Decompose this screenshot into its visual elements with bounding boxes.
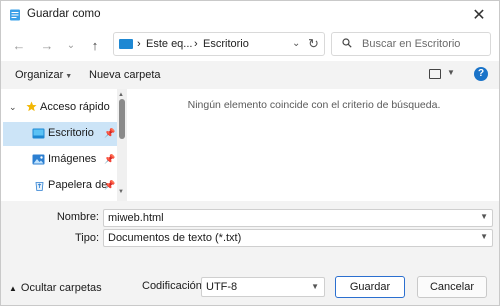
address-bar[interactable]: › Este eq... › Escritorio ⌄ ↻: [113, 32, 325, 56]
organize-label: Organizar: [15, 69, 64, 81]
arrow-right-icon: →: [40, 37, 54, 53]
new-folder-button[interactable]: Nueva carpeta: [89, 69, 161, 81]
star-icon: [26, 101, 37, 112]
scroll-down-icon[interactable]: ▼: [118, 189, 124, 195]
encoding-label: Codificación:: [142, 280, 205, 292]
back-button[interactable]: ←: [9, 36, 29, 54]
window-title: Guardar como: [27, 8, 101, 20]
tree-item-label: Acceso rápido: [40, 101, 110, 113]
search-input[interactable]: Buscar en Escritorio: [362, 38, 460, 50]
view-options-icon[interactable]: [429, 69, 441, 79]
empty-results-message: Ningún elemento coincide con el criterio…: [187, 99, 441, 111]
scrollbar-thumb[interactable]: [119, 99, 125, 139]
encoding-value: UTF-8: [206, 281, 238, 293]
file-form: Nombre: miweb.html ▼ Tipo: Documentos de…: [1, 201, 499, 261]
up-button[interactable]: ↑: [85, 36, 105, 54]
search-box[interactable]: Buscar en Escritorio: [331, 32, 491, 56]
navigation-bar: ← → ⌄ ↑ › Este eq... › Escritorio ⌄ ↻ Bu…: [1, 29, 499, 61]
chevron-down-icon: ⌄: [66, 39, 76, 51]
command-bar: Organizar ▼ Nueva carpeta ▼ ?: [1, 61, 499, 89]
scroll-up-icon[interactable]: ▲: [118, 92, 124, 98]
arrow-left-icon: ←: [12, 37, 26, 53]
navigation-tree: ⌄ Acceso rápido Escritorio 📌 Imágenes 📌 …: [1, 89, 117, 201]
arrow-up-icon: ↑: [91, 37, 99, 53]
chevron-down-icon[interactable]: ⌄: [9, 102, 17, 113]
breadcrumb-separator-icon: ›: [137, 38, 141, 50]
file-type-value: Documentos de texto (*.txt): [108, 232, 242, 244]
tree-item-pictures[interactable]: Imágenes 📌: [3, 148, 117, 172]
tree-item-label: Imágenes: [48, 153, 97, 165]
recent-locations-button[interactable]: ⌄: [61, 36, 81, 54]
tree-scrollbar[interactable]: ▲ ▼: [117, 89, 127, 201]
tree-item-label: Escritorio: [48, 127, 94, 139]
chevron-down-icon[interactable]: ▼: [480, 232, 488, 241]
hide-folders-toggle[interactable]: ▲ Ocultar carpetas: [9, 282, 102, 294]
close-icon: ✕: [472, 7, 486, 24]
dialog-footer: ▲ Ocultar carpetas Codificación: UTF-8 ▼ …: [1, 261, 499, 305]
close-button[interactable]: ✕: [457, 1, 499, 29]
chevron-down-icon[interactable]: ▼: [480, 212, 488, 221]
search-icon: [342, 38, 352, 48]
browser-pane: ⌄ Acceso rápido Escritorio 📌 Imágenes 📌 …: [1, 89, 499, 201]
caret-down-icon: ▼: [65, 73, 73, 80]
file-name-value: miweb.html: [108, 212, 164, 224]
folder-icon: [119, 39, 133, 49]
breadcrumb-separator-icon: ›: [194, 38, 198, 50]
file-type-label: Tipo:: [74, 232, 99, 244]
pin-icon: 📌: [104, 154, 116, 164]
breadcrumb-desktop[interactable]: Escritorio: [203, 38, 249, 50]
file-type-select[interactable]: Documentos de texto (*.txt) ▼: [103, 229, 493, 247]
breadcrumb-this-pc[interactable]: Este eq...: [146, 38, 192, 50]
address-dropdown-icon[interactable]: ⌄: [292, 38, 300, 49]
file-name-label: Nombre:: [56, 211, 99, 223]
cancel-button[interactable]: Cancelar: [417, 276, 487, 298]
help-button[interactable]: ?: [474, 67, 488, 81]
desktop-folder-icon: [32, 128, 45, 139]
encoding-select[interactable]: UTF-8 ▼: [201, 277, 325, 297]
forward-button[interactable]: →: [37, 36, 57, 54]
chevron-down-icon[interactable]: ▼: [311, 282, 319, 291]
save-as-dialog: Guardar como ✕ ← → ⌄ ↑ › Este eq... › Es…: [0, 0, 500, 306]
tree-item-quick-access[interactable]: ⌄ Acceso rápido: [3, 96, 117, 120]
notepad-icon: [10, 9, 20, 21]
chevron-up-icon: ▲: [9, 284, 17, 293]
organize-menu[interactable]: Organizar ▼: [15, 69, 72, 81]
recycle-bin-icon: [35, 182, 44, 191]
tree-item-recycle-bin[interactable]: Papelera de 📌: [3, 174, 117, 198]
pin-icon: 📌: [104, 180, 116, 190]
pictures-folder-icon: [32, 154, 45, 165]
file-name-field[interactable]: miweb.html ▼: [103, 209, 493, 227]
hide-folders-label: Ocultar carpetas: [20, 282, 102, 294]
tree-item-desktop[interactable]: Escritorio 📌: [3, 122, 117, 146]
save-button[interactable]: Guardar: [335, 276, 405, 298]
pin-icon: 📌: [104, 128, 116, 138]
title-bar: Guardar como ✕: [1, 1, 499, 29]
refresh-icon[interactable]: ↻: [308, 36, 319, 52]
view-dropdown-icon[interactable]: ▼: [447, 68, 455, 77]
tree-item-label: Papelera de: [48, 179, 108, 191]
